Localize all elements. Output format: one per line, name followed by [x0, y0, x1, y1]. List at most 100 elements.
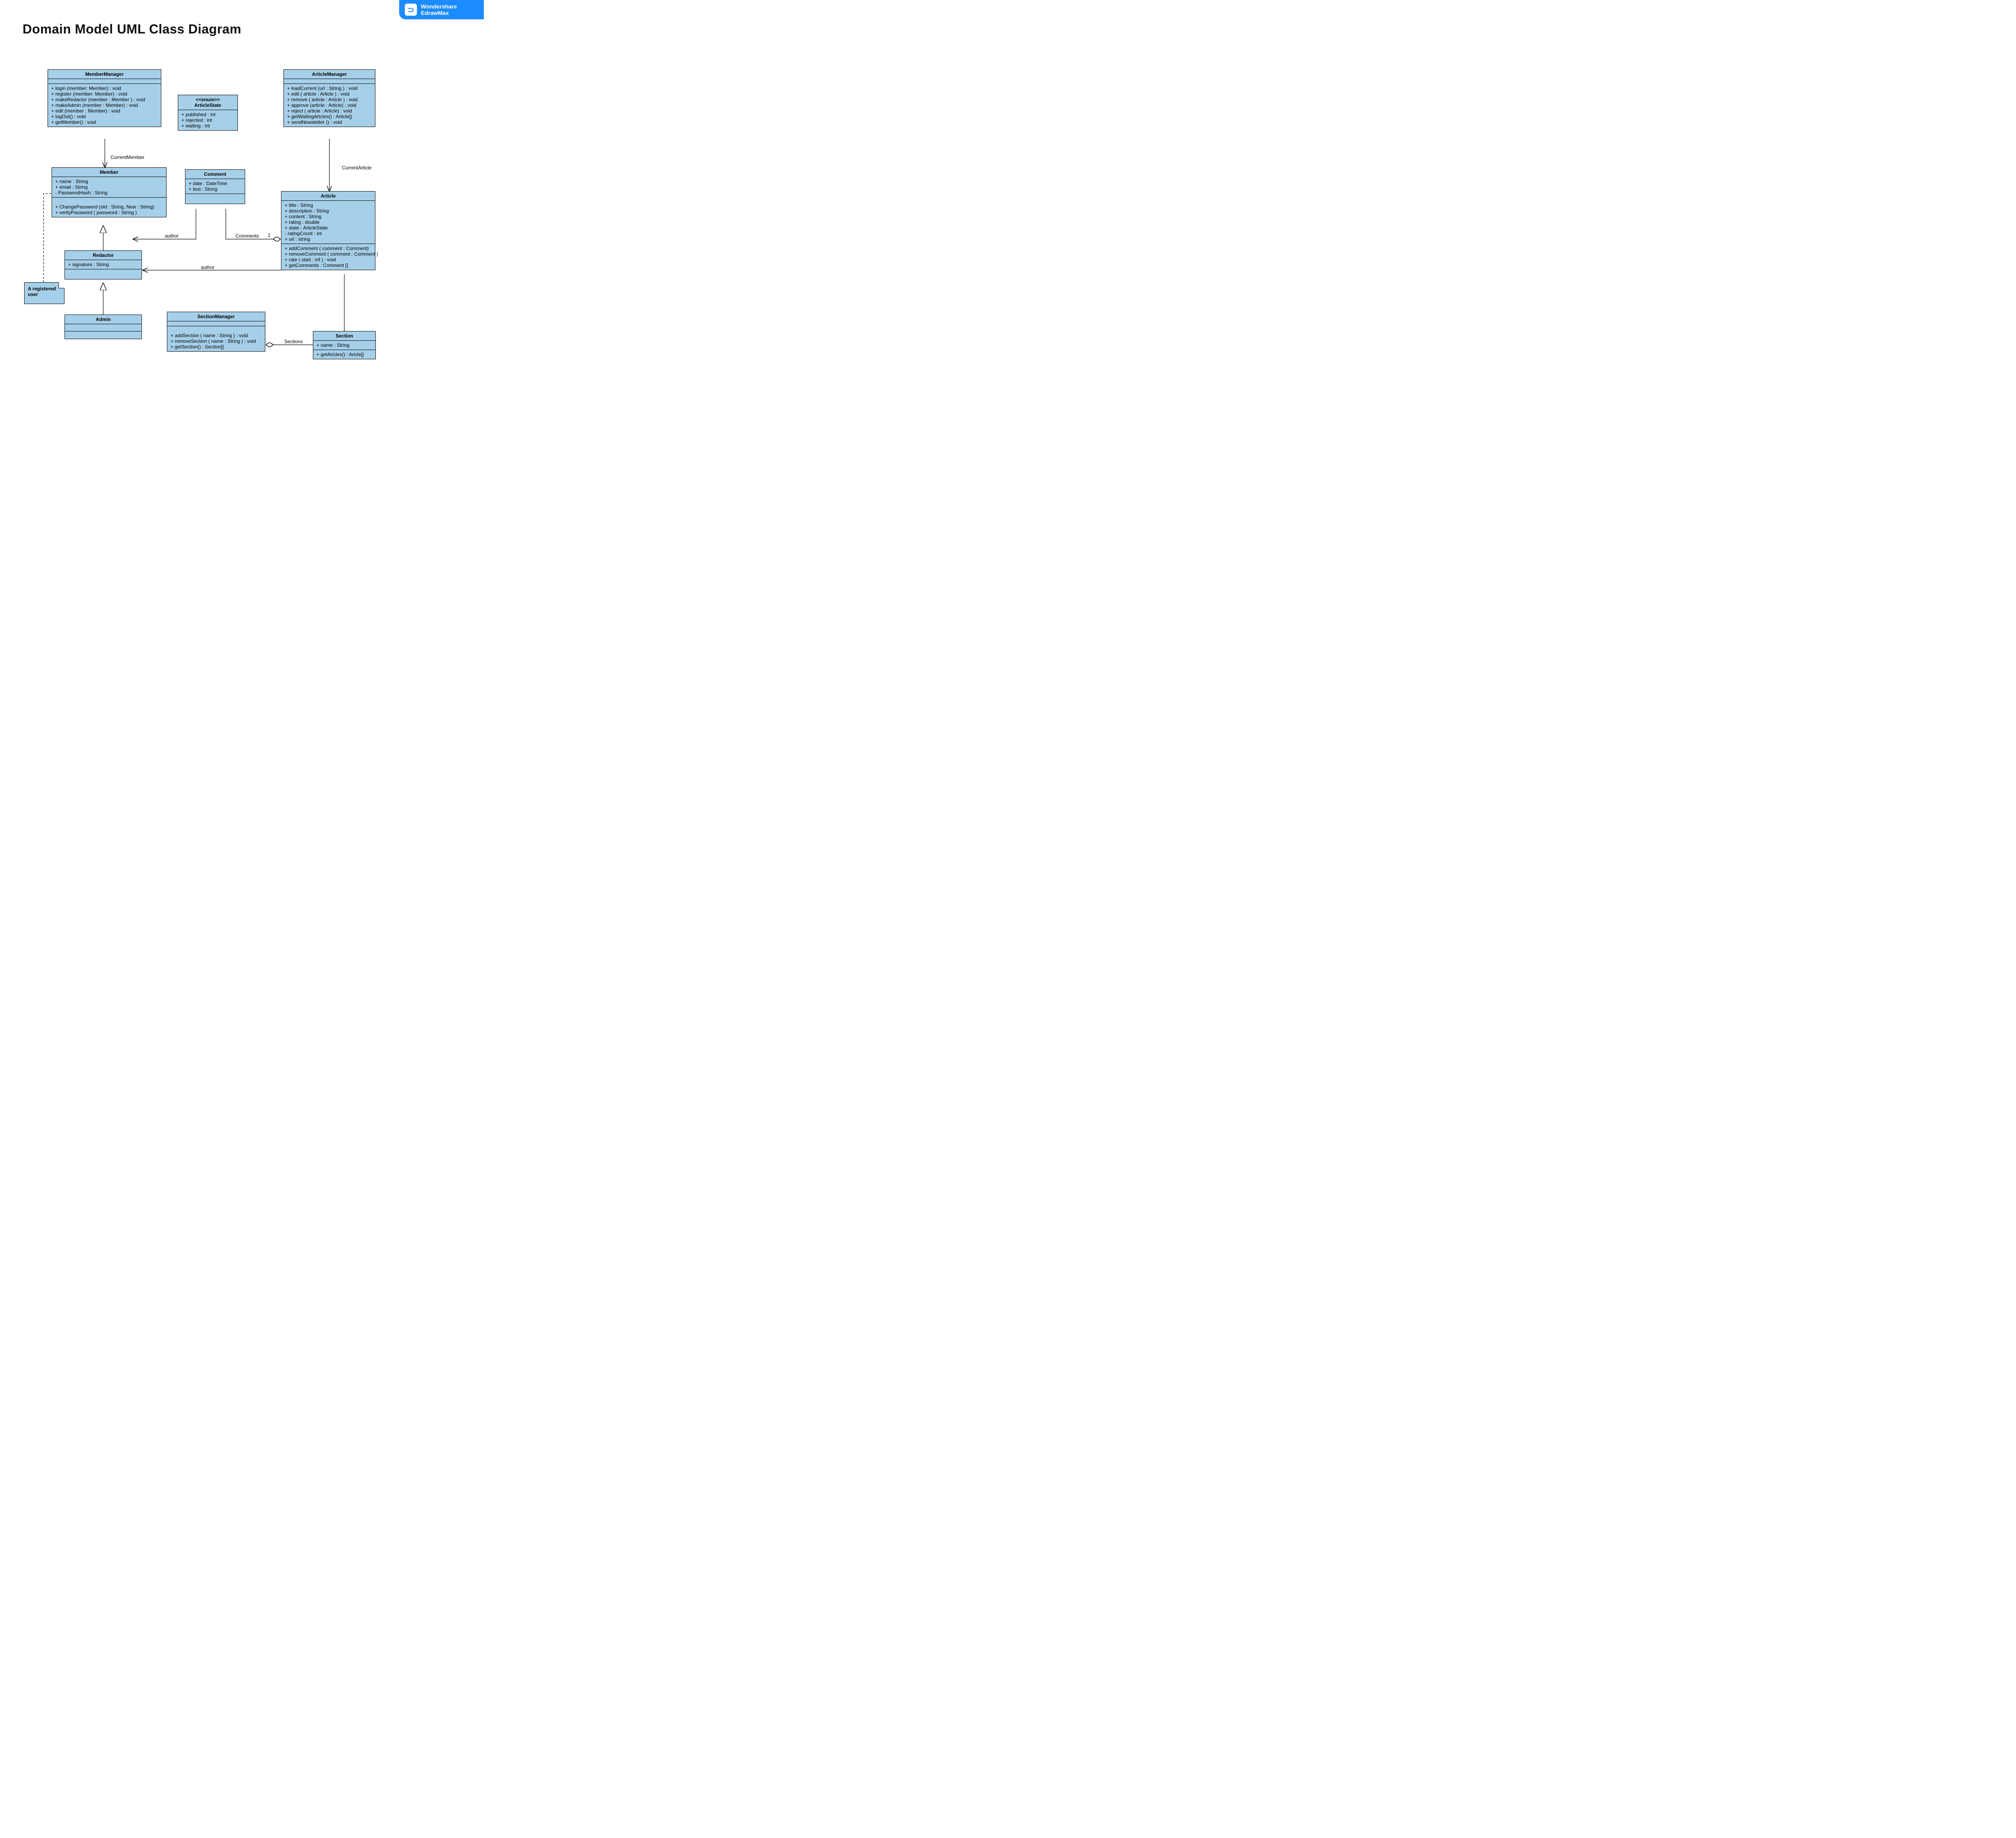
note-registered-user: A registered user — [24, 282, 65, 304]
class-stereo-name: <<enum>> ArticleState — [178, 95, 237, 110]
class-name: Section — [313, 331, 375, 341]
attr: + name : String — [317, 342, 372, 348]
class-article-manager: ArticleManager + loadCurrent (url : Stri… — [283, 69, 375, 127]
class-name: Article — [281, 192, 375, 201]
op: + removeComment ( comment : Comment ) — [285, 251, 372, 257]
op: + register (member: Member) : void — [51, 91, 158, 97]
class-name: Comment — [185, 170, 245, 179]
class-name: Admin — [65, 315, 142, 324]
op: + makeRedactor (member : Member ) : void — [51, 97, 158, 102]
label-sections: Sections — [284, 339, 303, 344]
class-member-manager: MemberManager + login (member: Member) :… — [48, 69, 161, 127]
label-multiplicity-1: 1 — [268, 232, 271, 238]
op: + getComments : Comment [] — [285, 263, 372, 268]
attr: + state : ArticleState — [285, 225, 372, 231]
attr: + url : string — [285, 236, 372, 242]
class-comment: Comment + date : DateTime + text : Strin… — [185, 169, 245, 204]
op: + loadCurrent (url : String ) : void — [287, 85, 372, 91]
note-fold-icon — [58, 282, 65, 288]
connectors-layer — [0, 0, 484, 441]
class-section-manager: SectionManager + addSection ( name : Str… — [167, 312, 265, 352]
attr: - ratingCount : int — [285, 231, 372, 236]
class-attrs: + title : String + description : String … — [281, 201, 375, 244]
class-article-state: <<enum>> ArticleState + published : int … — [178, 95, 238, 131]
op: + ChangePassword (old : String, New : St… — [55, 204, 163, 210]
attr: + description : String — [285, 208, 372, 214]
attr: + email : String — [55, 184, 163, 190]
op: + removeSection ( name : String ) : void — [171, 338, 262, 344]
op: + addComment ( comment : Comment) — [285, 246, 372, 251]
brand-line1: Wondershare — [421, 3, 457, 10]
class-ops: + addSection ( name : String ) : void + … — [167, 326, 265, 351]
class-ops — [185, 194, 245, 204]
brand-badge: ⊃ Wondershare EdrawMax — [399, 0, 484, 19]
op: + edit (member : Member) : void — [51, 108, 158, 114]
attr: + content : String — [285, 214, 372, 219]
op: + verityPassword ( password : String ) — [55, 210, 163, 215]
op: + logOut() : void — [51, 114, 158, 119]
conn-note-member — [44, 194, 52, 282]
class-member: Member + name : String + email : String … — [52, 167, 167, 217]
attr: + name : String — [55, 179, 163, 184]
op: + getSection() : Section[] — [171, 344, 262, 350]
brand-line2: EdrawMax — [421, 10, 457, 16]
op: + remove ( article : Article ) : void — [287, 97, 372, 102]
diagram-canvas: Domain Model UML Class Diagram ⊃ Wonders… — [0, 0, 484, 441]
op: + reject ( article : Article) : void — [287, 108, 372, 114]
attr: - PasswordHash : String — [55, 190, 163, 196]
class-ops: + getAricles() : Aricle[] — [313, 350, 375, 359]
label-current-member: CurrentMember — [110, 154, 144, 160]
op: + makeAdmin (member : Member) : void — [51, 102, 158, 108]
class-attrs — [65, 324, 142, 331]
attr: + rejected : int — [181, 117, 234, 123]
class-article: Article + title : String + description :… — [281, 191, 375, 270]
class-name: ArticleState — [181, 102, 234, 108]
op: + getAricles() : Aricle[] — [317, 352, 372, 357]
label-author-2: author — [201, 265, 215, 270]
class-attrs — [48, 79, 161, 84]
class-attrs — [284, 79, 375, 84]
brand-icon: ⊃ — [405, 4, 417, 16]
class-ops: + login (member: Member) : void + regist… — [48, 84, 161, 127]
attr: + text : String — [189, 186, 242, 192]
class-attrs — [167, 321, 265, 326]
class-ops: + addComment ( comment : Comment) + remo… — [281, 244, 375, 270]
label-comments: Comments — [235, 233, 259, 239]
op: + getWaitingArtcles() : Article[] — [287, 114, 372, 119]
class-ops — [65, 269, 142, 279]
attr: + waiting : int — [181, 123, 234, 129]
class-name: SectionManager — [167, 312, 265, 321]
class-admin: Admin — [65, 315, 142, 339]
class-attrs: + signature : String — [65, 260, 142, 269]
class-name: Member — [52, 168, 166, 177]
label-current-article: CurrentArticle — [342, 165, 371, 171]
class-attrs: + date : DateTime + text : String — [185, 179, 245, 194]
class-ops: + loadCurrent (url : String ) : void + e… — [284, 84, 375, 127]
class-ops: + ChangePassword (old : String, New : St… — [52, 198, 166, 217]
attr: + date : DateTime — [189, 181, 242, 186]
class-name: MemberManager — [48, 70, 161, 79]
class-section: Section + name : String + getAricles() :… — [313, 331, 376, 359]
attr: + rating : double — [285, 219, 372, 225]
op: + getMember() : void — [51, 119, 158, 125]
attr: + title : String — [285, 202, 372, 208]
class-attrs: + published : int + rejected : int + wai… — [178, 110, 237, 130]
class-name: Redactor — [65, 251, 142, 260]
stereotype: <<enum>> — [181, 97, 234, 102]
op: + edit ( article : Article ) : void — [287, 91, 372, 97]
label-author-1: author — [165, 233, 179, 239]
note-text: A registered user — [28, 286, 56, 297]
class-ops — [65, 331, 142, 339]
class-name: ArticleManager — [284, 70, 375, 79]
class-attrs: + name : String + email : String - Passw… — [52, 177, 166, 198]
op: + addSection ( name : String ) : void — [171, 333, 262, 338]
op: + sendNewsletter () : void — [287, 119, 372, 125]
op: + approve (article : Article) : void — [287, 102, 372, 108]
brand-text: Wondershare EdrawMax — [421, 3, 457, 16]
op: + rate ( start : inf ) : void — [285, 257, 372, 263]
class-redactor: Redactor + signature : String — [65, 250, 142, 279]
op: + login (member: Member) : void — [51, 85, 158, 91]
attr: + published : int — [181, 112, 234, 117]
attr: + signature : String — [68, 262, 138, 267]
class-attrs: + name : String — [313, 341, 375, 350]
